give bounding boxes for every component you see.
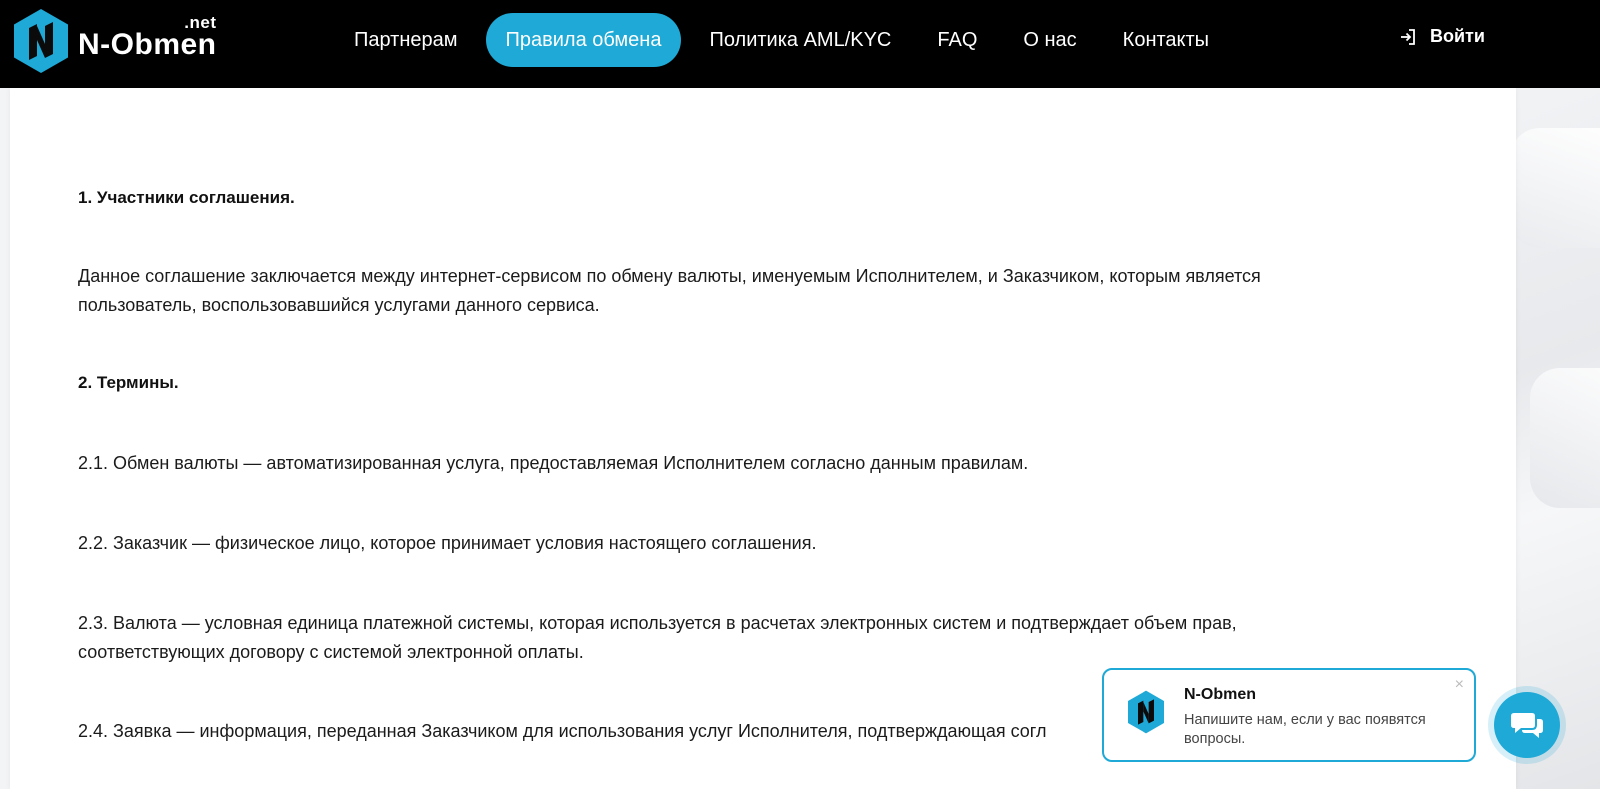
nav-item-partners[interactable]: Партнерам — [336, 13, 476, 67]
nav-item-aml-kyc[interactable]: Политика AML/KYC — [691, 13, 909, 67]
site-logo[interactable]: N-Obmen .net — [12, 8, 217, 74]
n-hexagon-logo-icon — [1128, 690, 1164, 734]
chat-bubbles-icon — [1511, 713, 1543, 738]
chat-message: Напишите нам, если у вас появятся вопрос… — [1184, 712, 1426, 747]
paragraph-participants: Данное соглашение заключается между инте… — [78, 266, 1261, 315]
chat-open-button[interactable] — [1488, 686, 1566, 764]
nav-item-about[interactable]: О нас — [1005, 13, 1094, 67]
logo-tld: .net — [184, 13, 217, 32]
term-2-2: 2.2. Заказчик — физическое лицо, которое… — [78, 533, 817, 553]
n-hexagon-logo-icon — [14, 9, 68, 73]
term-2-1: 2.1. Обмен валюты — автоматизированная у… — [78, 453, 1029, 473]
close-icon[interactable]: × — [1455, 676, 1464, 694]
logo-name: N-Obmen — [78, 28, 217, 61]
logo-text: N-Obmen .net — [78, 14, 217, 61]
nav-item-faq[interactable]: FAQ — [919, 13, 995, 67]
nav-item-contacts[interactable]: Контакты — [1105, 13, 1227, 67]
chat-button-circle — [1494, 692, 1560, 758]
chat-sender-name: N-Obmen — [1184, 686, 1256, 703]
section-title-participants: 1. Участники соглашения. — [78, 188, 295, 207]
nav-item-exchange-rules[interactable]: Правила обмена — [485, 13, 682, 67]
term-2-3: 2.3. Валюта — условная единица платежной… — [78, 613, 1237, 662]
site-header: N-Obmen .net Партнерам Правила обмена По… — [0, 0, 1600, 88]
login-label: Войти — [1430, 26, 1485, 46]
main-nav: Партнерам Правила обмена Политика AML/KY… — [336, 12, 1237, 68]
page: N-Obmen .net Партнерам Правила обмена По… — [0, 0, 1600, 789]
section-title-terms: 2. Термины. — [78, 373, 179, 392]
login-button[interactable]: Войти — [1398, 26, 1485, 47]
chat-popup[interactable]: N-Obmen Напишите нам, если у вас появятс… — [1102, 668, 1476, 762]
login-arrow-icon — [1401, 28, 1415, 45]
